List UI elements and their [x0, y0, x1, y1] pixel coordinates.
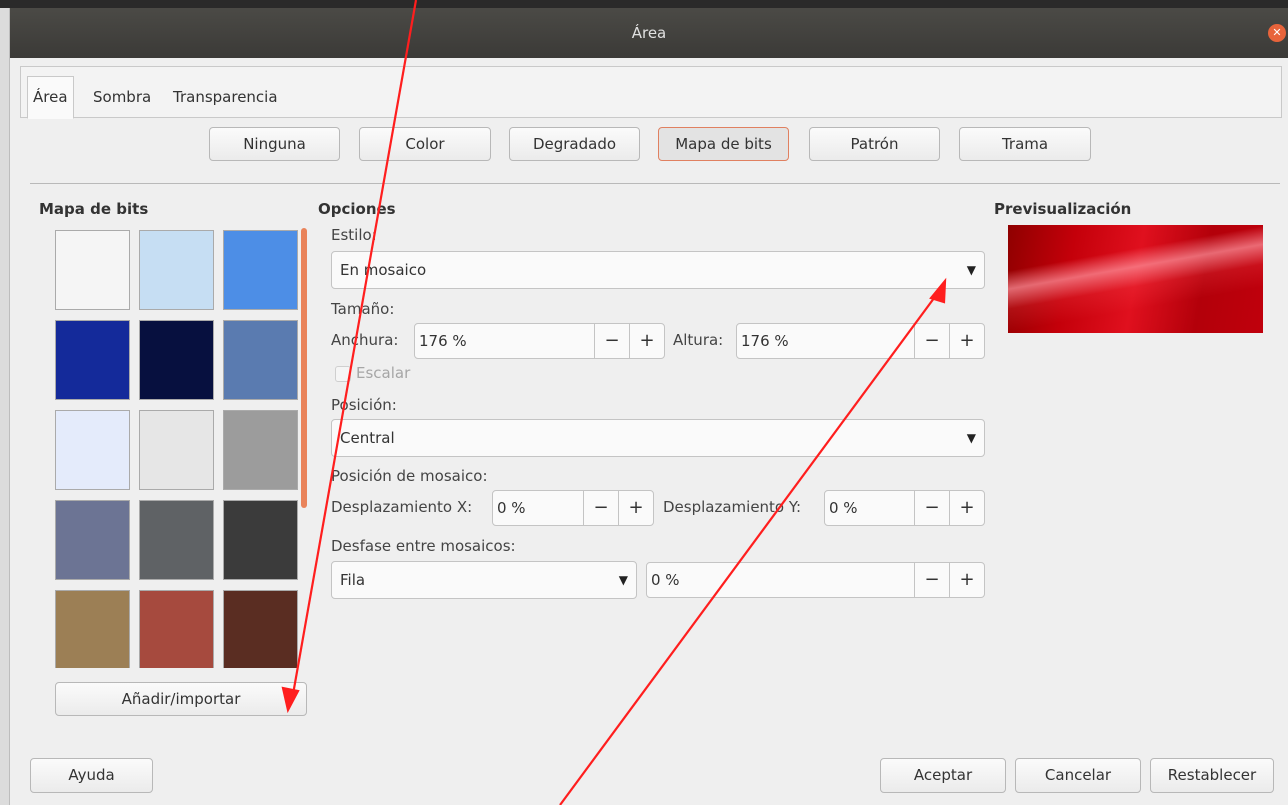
gravel-bitmap-swatch[interactable] — [223, 500, 298, 580]
fill-color-button[interactable]: Color — [359, 127, 491, 161]
offset-x-label: Desplazamiento X: — [331, 498, 473, 516]
minus-icon[interactable]: − — [914, 563, 949, 597]
minus-icon[interactable]: − — [914, 324, 949, 358]
water-bitmap-swatch[interactable] — [223, 230, 298, 310]
bitmap-section-title: Mapa de bits — [39, 200, 149, 218]
fill-bitmap-button[interactable]: Mapa de bits — [658, 127, 789, 161]
width-stepper[interactable]: 176 % − + — [414, 323, 665, 359]
plus-icon[interactable]: + — [949, 563, 984, 597]
offset-x-value: 0 % — [497, 499, 526, 517]
fill-gradient-button[interactable]: Degradado — [509, 127, 640, 161]
sky-bitmap-swatch[interactable] — [139, 230, 214, 310]
plus-icon[interactable]: + — [949, 491, 984, 525]
options-title: Opciones — [318, 200, 396, 218]
chevron-down-icon: ▼ — [966, 431, 976, 445]
bitmap-preview — [1008, 225, 1263, 333]
width-label: Anchura: — [331, 331, 399, 349]
plus-icon[interactable]: + — [618, 491, 653, 525]
tab-sombra[interactable]: Sombra — [88, 77, 156, 118]
tile-offset-mode-dropdown[interactable]: Fila ▼ — [331, 561, 637, 599]
close-icon[interactable]: ✕ — [1268, 24, 1286, 42]
width-value: 176 % — [419, 332, 467, 350]
chevron-down-icon: ▼ — [966, 263, 976, 277]
style-dropdown[interactable]: En mosaico ▼ — [331, 251, 985, 289]
tab-area[interactable]: Área — [27, 76, 74, 119]
height-stepper[interactable]: 176 % − + — [736, 323, 985, 359]
blue-weave-bitmap-swatch[interactable] — [223, 320, 298, 400]
offset-y-stepper[interactable]: 0 % − + — [824, 490, 985, 526]
stone-wall-bitmap-swatch[interactable] — [55, 590, 130, 668]
preview-title: Previsualización — [994, 200, 1132, 218]
bitmap-swatch-grid — [46, 222, 302, 668]
night-stars-bitmap-swatch[interactable] — [139, 320, 214, 400]
background-window-strip — [0, 0, 1288, 8]
fill-pattern-button[interactable]: Patrón — [809, 127, 940, 161]
brick-bitmap-swatch[interactable] — [139, 590, 214, 668]
offset-y-label: Desplazamiento Y: — [663, 498, 802, 516]
plus-icon[interactable]: + — [629, 324, 664, 358]
minus-icon[interactable]: − — [594, 324, 629, 358]
height-value: 176 % — [741, 332, 789, 350]
droplets-bitmap-swatch[interactable] — [55, 410, 130, 490]
reset-button[interactable]: Restablecer — [1150, 758, 1274, 793]
plus-icon[interactable]: + — [949, 324, 984, 358]
scale-label: Escalar — [356, 364, 411, 382]
chevron-down-icon: ▼ — [618, 573, 628, 587]
white-marble-bitmap-swatch[interactable] — [139, 410, 214, 490]
tile-offset-stepper[interactable]: 0 % − + — [646, 562, 985, 598]
tab-transparencia[interactable]: Transparencia — [168, 77, 283, 118]
style-label: Estilo: — [331, 226, 377, 244]
grey-texture-bitmap-swatch[interactable] — [223, 410, 298, 490]
tile-offset-value: 0 % — [651, 571, 680, 589]
dialog-title: Área — [631, 24, 667, 42]
chrome-bitmap-swatch[interactable] — [139, 500, 214, 580]
white-bitmap-swatch[interactable] — [55, 230, 130, 310]
dialog-titlebar: Área ✕ — [10, 8, 1288, 58]
fill-hatch-button[interactable]: Trama — [959, 127, 1091, 161]
offset-y-value: 0 % — [829, 499, 858, 517]
minus-icon[interactable]: − — [583, 491, 618, 525]
accept-button[interactable]: Aceptar — [880, 758, 1006, 793]
add-import-button[interactable]: Añadir/importar — [55, 682, 307, 716]
tile-offset-label: Desfase entre mosaicos: — [331, 537, 516, 555]
scale-checkbox[interactable] — [335, 366, 351, 382]
grey-stone-bitmap-swatch[interactable] — [55, 500, 130, 580]
fill-none-button[interactable]: Ninguna — [209, 127, 340, 161]
wicker-bitmap-swatch[interactable] — [223, 590, 298, 668]
background-window-edge — [0, 8, 10, 805]
style-value: En mosaico — [340, 261, 427, 279]
position-label: Posición: — [331, 396, 397, 414]
cancel-button[interactable]: Cancelar — [1015, 758, 1141, 793]
size-label: Tamaño: — [331, 300, 395, 318]
position-value: Central — [340, 429, 395, 447]
help-button[interactable]: Ayuda — [30, 758, 153, 793]
minus-icon[interactable]: − — [914, 491, 949, 525]
position-dropdown[interactable]: Central ▼ — [331, 419, 985, 457]
offset-x-stepper[interactable]: 0 % − + — [492, 490, 654, 526]
tile-position-label: Posición de mosaico: — [331, 467, 488, 485]
swatch-scrollbar[interactable] — [301, 228, 307, 508]
tile-offset-mode-value: Fila — [340, 571, 366, 589]
separator — [30, 183, 1280, 184]
tab-bar: Área Sombra Transparencia — [20, 66, 1282, 119]
blue-grain-bitmap-swatch[interactable] — [55, 320, 130, 400]
height-label: Altura: — [673, 331, 724, 349]
